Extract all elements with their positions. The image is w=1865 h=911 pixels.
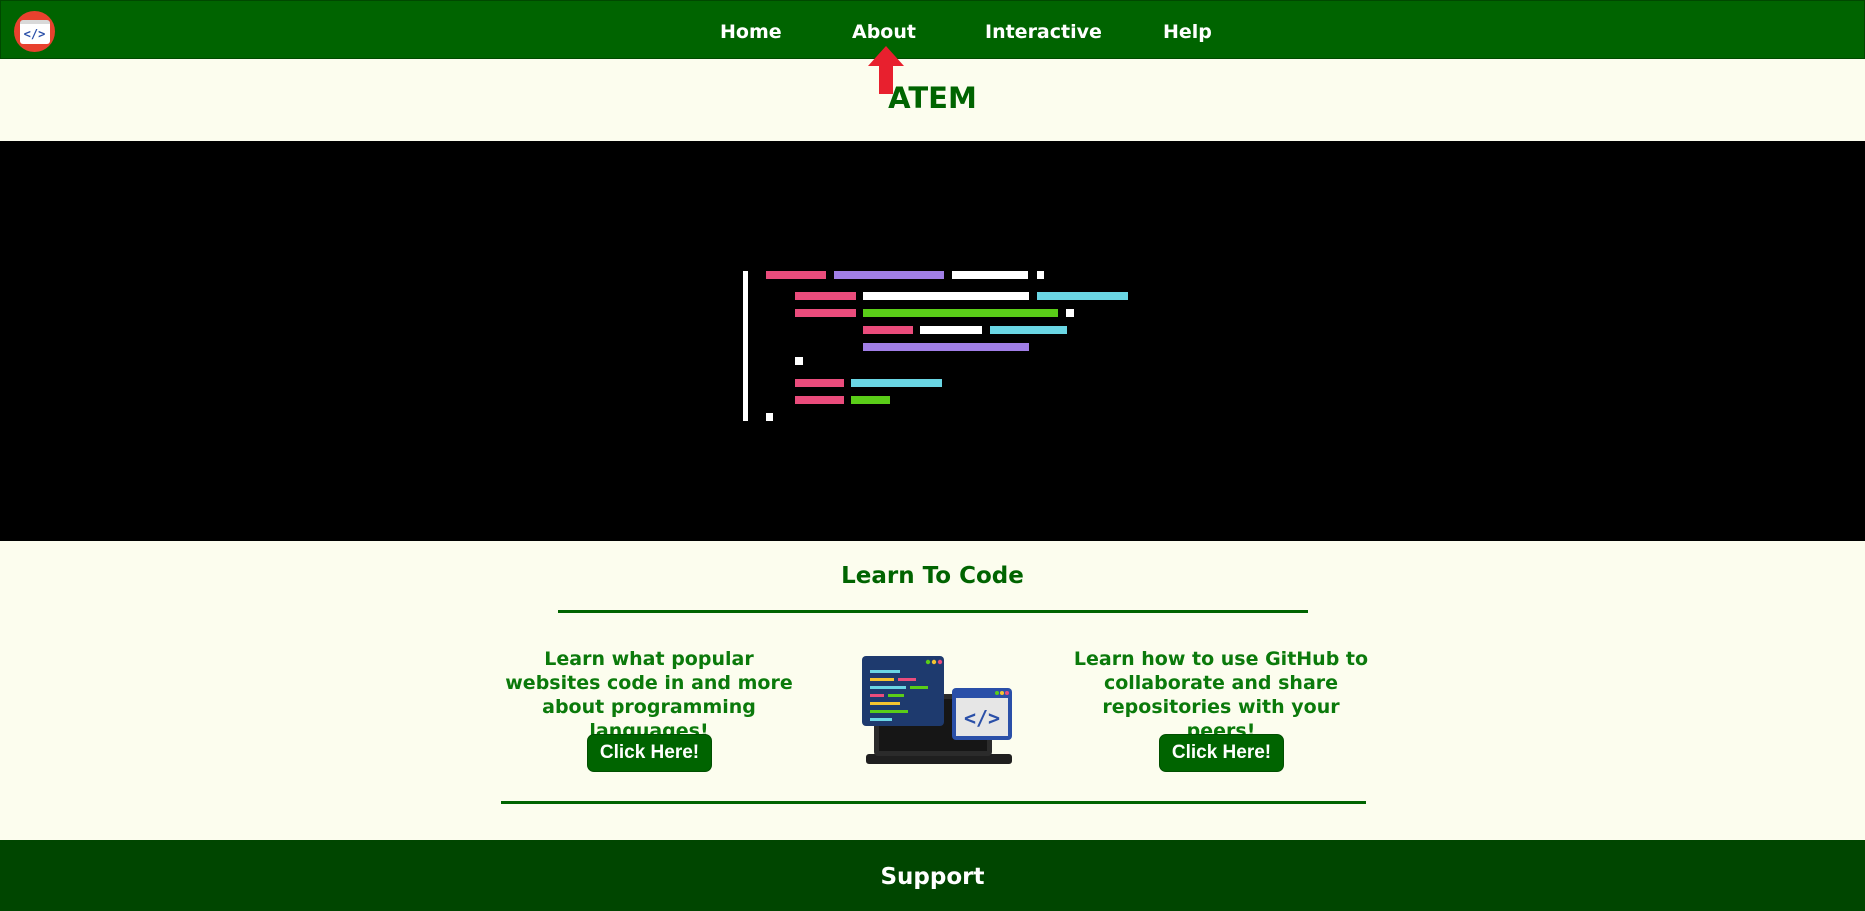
top-navbar: </> Home About Interactive Help (0, 0, 1865, 59)
illustration-glyph: </> (964, 706, 1000, 730)
support-footer: Support (0, 840, 1865, 911)
nav-link-interactive[interactable]: Interactive (985, 21, 1102, 43)
github-click-here-button[interactable]: Click Here! (1159, 734, 1284, 772)
hero-code-banner (0, 141, 1865, 541)
websites-blurb: Learn what popular websites code in and … (505, 648, 793, 742)
footer-title: Support (880, 864, 985, 890)
github-blurb: Learn how to use GitHub to collaborate a… (1073, 648, 1369, 742)
nav-links: Home About Interactive Help (1, 1, 1865, 60)
learn-section-title: Learn To Code (841, 563, 1024, 589)
section-divider-bottom (501, 801, 1366, 804)
nav-link-help[interactable]: Help (1163, 21, 1212, 43)
nav-link-home[interactable]: Home (720, 21, 782, 43)
nav-link-about[interactable]: About (852, 21, 916, 43)
code-lines-graphic (743, 271, 1128, 421)
page-title: ATEM (888, 81, 977, 115)
websites-click-here-button[interactable]: Click Here! (587, 734, 712, 772)
section-divider-top (558, 610, 1308, 613)
laptop-code-illustration-icon: </> (862, 656, 1012, 764)
